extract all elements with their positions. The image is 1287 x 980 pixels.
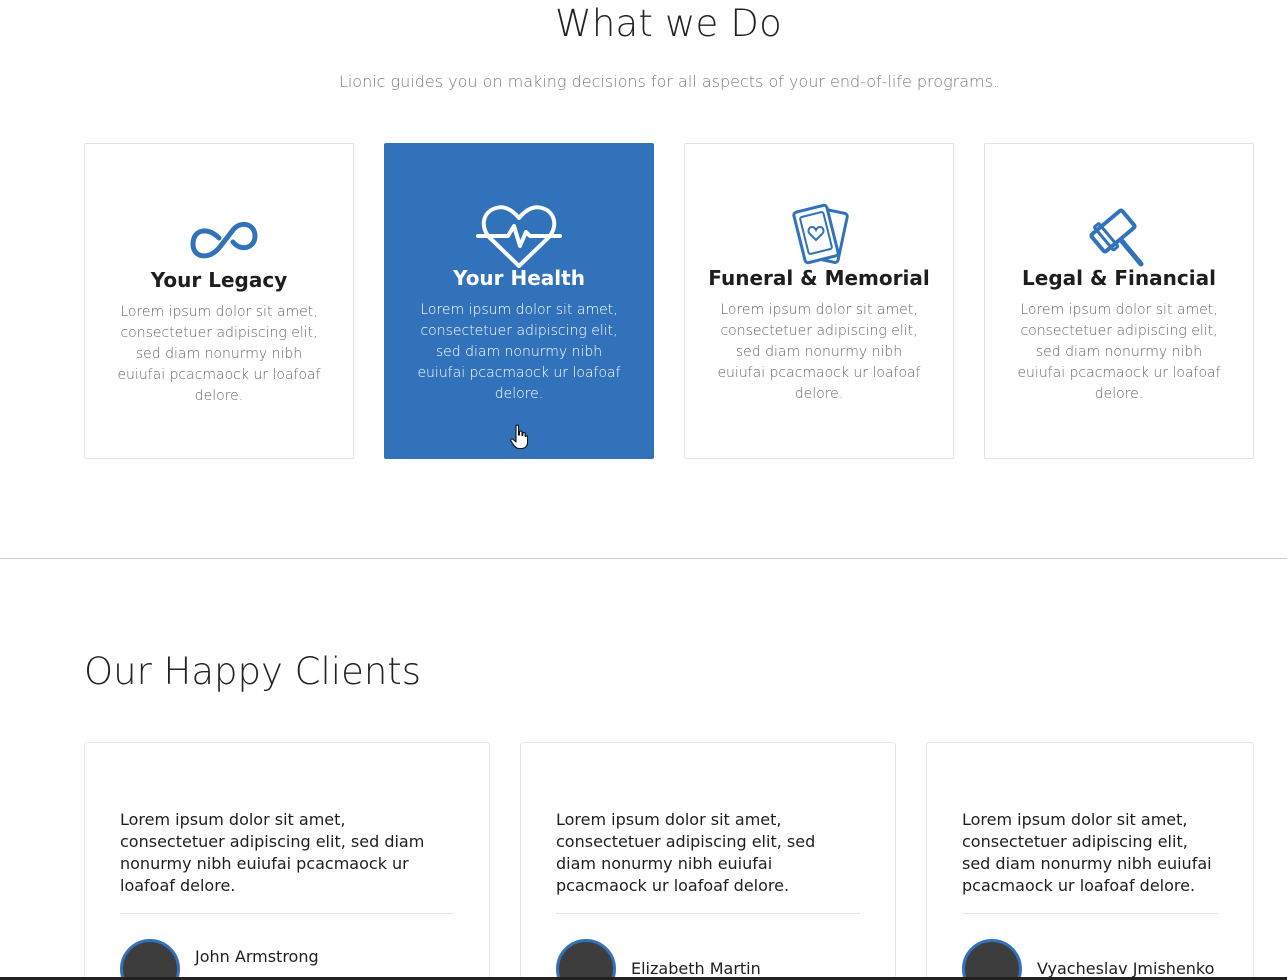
testimonial-quote: Lorem ipsum dolor sit amet, consectetuer… xyxy=(962,810,1212,895)
avatar xyxy=(962,939,1022,980)
service-title: Your Legacy xyxy=(150,268,288,292)
infinity-icon xyxy=(85,202,353,270)
service-title: Funeral & Memorial xyxy=(708,266,930,290)
memorial-cards-icon xyxy=(685,202,953,270)
testimonial-card: Lorem ipsum dolor sit amet, consectetuer… xyxy=(926,742,1254,980)
service-description: Lorem ipsum dolor sit amet, consectetuer… xyxy=(417,302,621,402)
testimonial-quote: Lorem ipsum dolor sit amet, consectetuer… xyxy=(556,810,816,895)
happy-clients-title: Our Happy Clients xyxy=(84,650,422,693)
heartbeat-icon xyxy=(385,202,653,270)
service-description: Lorem ipsum dolor sit amet, consectetuer… xyxy=(1017,302,1221,402)
service-description: Lorem ipsum dolor sit amet, consectetuer… xyxy=(117,304,321,404)
service-title: Legal & Financial xyxy=(1022,266,1216,290)
client-name: John Armstrong xyxy=(195,947,319,966)
client-name: Vyacheslav Jmishenko xyxy=(1037,959,1215,978)
what-we-do-subtitle: Lionic guides you on making decisions fo… xyxy=(338,72,999,91)
testimonial-quote: Lorem ipsum dolor sit amet, consectetuer… xyxy=(120,810,425,895)
gavel-icon xyxy=(985,202,1253,270)
avatar xyxy=(120,939,180,980)
service-card-your-health[interactable]: Your Health Lorem ipsum dolor sit amet, … xyxy=(384,143,654,459)
testimonial-card: Lorem ipsum dolor sit amet, consectetuer… xyxy=(520,742,896,980)
testimonial-separator xyxy=(556,913,860,914)
avatar xyxy=(556,939,616,980)
testimonial-card: Lorem ipsum dolor sit amet, consectetuer… xyxy=(84,742,490,980)
pointer-cursor-icon xyxy=(510,424,528,450)
testimonial-separator xyxy=(962,913,1218,914)
testimonial-separator xyxy=(120,913,454,914)
service-card-legal-financial[interactable]: Legal & Financial Lorem ipsum dolor sit … xyxy=(984,143,1254,459)
service-card-your-legacy[interactable]: Your Legacy Lorem ipsum dolor sit amet, … xyxy=(84,143,354,459)
client-name: Elizabeth Martin xyxy=(631,959,761,978)
service-card-funeral-memorial[interactable]: Funeral & Memorial Lorem ipsum dolor sit… xyxy=(684,143,954,459)
what-we-do-title: What we Do xyxy=(555,2,782,45)
section-divider xyxy=(0,558,1287,559)
service-description: Lorem ipsum dolor sit amet, consectetuer… xyxy=(717,302,921,402)
service-title: Your Health xyxy=(453,266,585,290)
